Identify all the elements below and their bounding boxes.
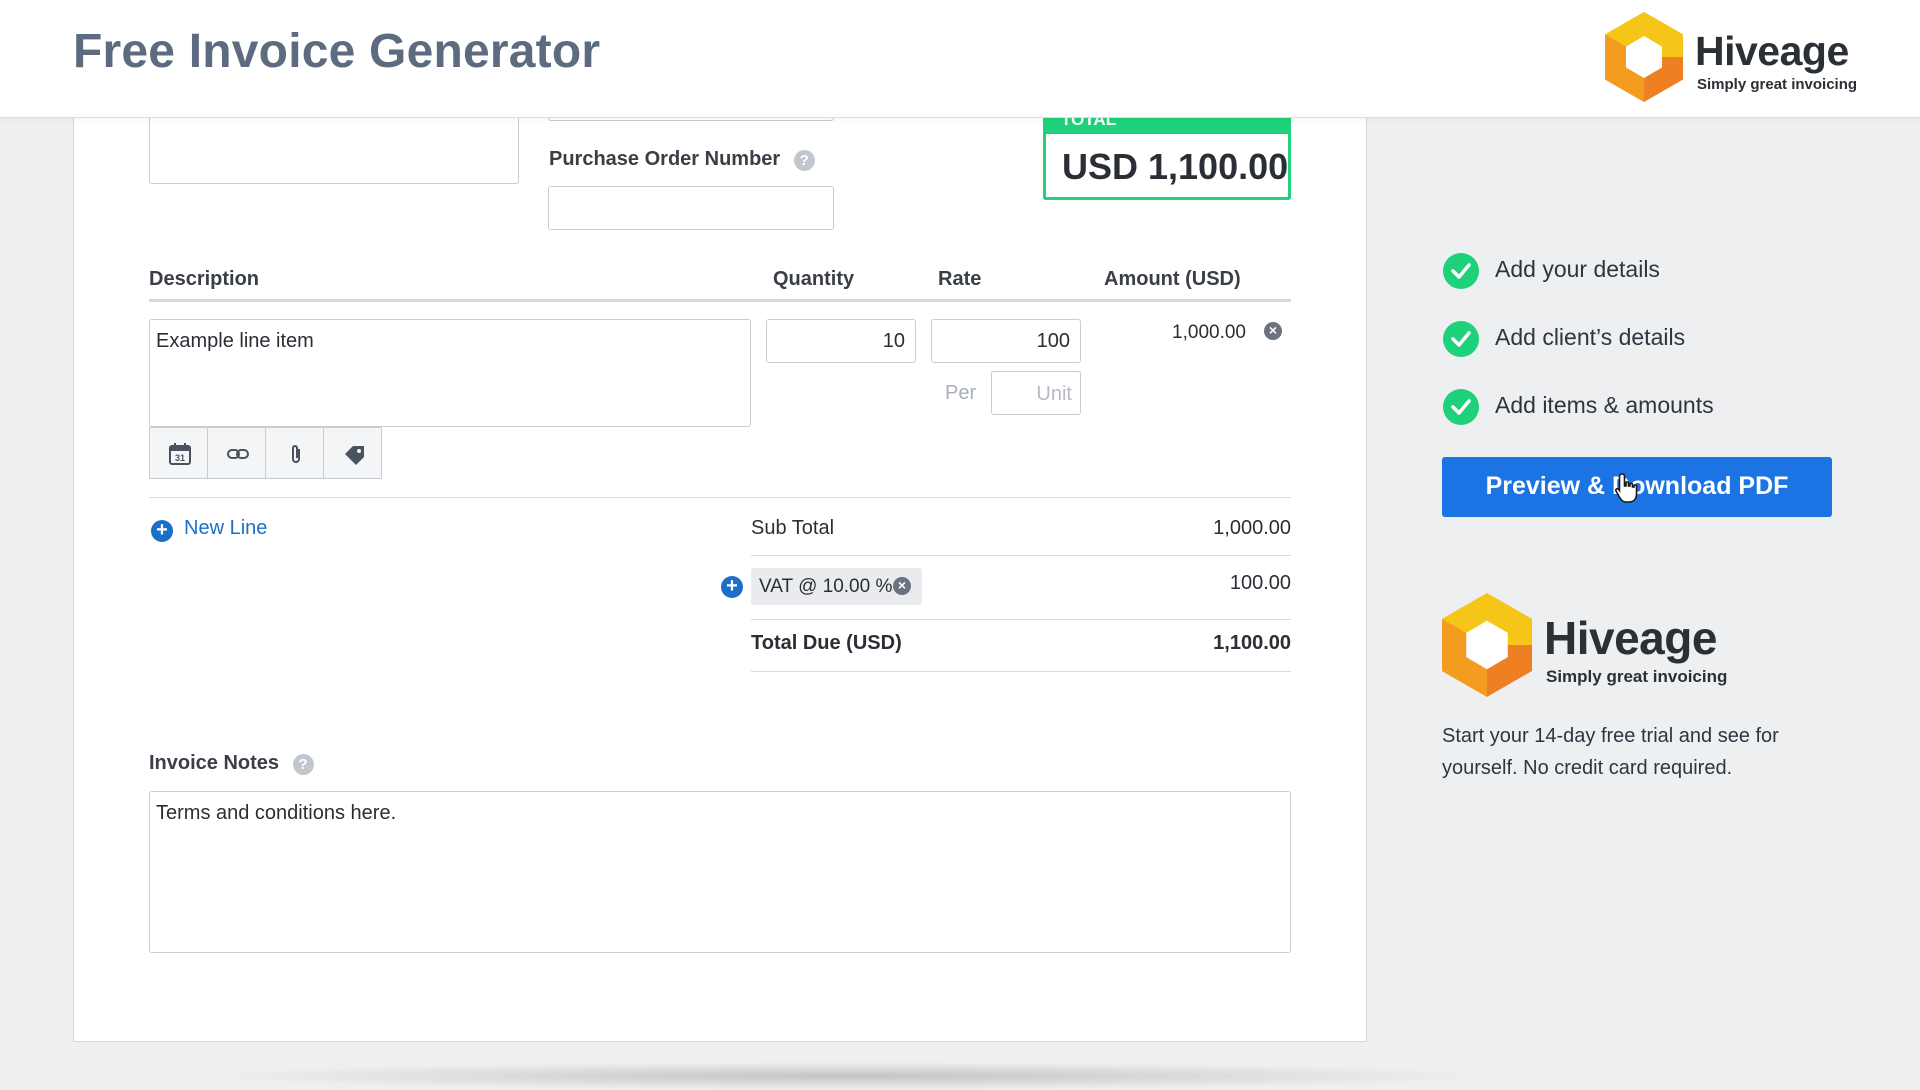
hexagon-logo-icon	[1442, 593, 1532, 697]
unit-input[interactable]: Unit	[991, 371, 1081, 415]
step-add-your-details: Add your details	[1495, 256, 1660, 282]
add-tax-icon[interactable]: +	[721, 576, 743, 598]
rate-input[interactable]: 100	[931, 319, 1081, 363]
link-icon	[227, 449, 249, 459]
check-icon	[1443, 321, 1479, 357]
total-badge-text: TOTAL	[1061, 118, 1117, 129]
total-due-divider	[751, 671, 1291, 672]
promo-text: Start your 14-day free trial and see for…	[1442, 725, 1779, 779]
invoice-notes-label-text: Invoice Notes	[149, 752, 280, 774]
total-due-value: 1,100.00	[1213, 632, 1291, 654]
card-shadow	[200, 1062, 1500, 1090]
column-header-description: Description	[149, 268, 260, 290]
line-item-amount: 1,000.00	[1172, 322, 1246, 343]
tax-chip[interactable]: VAT @ 10.00 % ×	[751, 568, 922, 605]
total-badge: TOTAL	[1043, 118, 1291, 134]
subtotal-divider	[751, 555, 1291, 556]
check-icon	[1443, 253, 1479, 289]
hand-cursor-icon	[1615, 473, 1638, 503]
purchase-order-input[interactable]	[548, 186, 834, 230]
promo-brand-logo[interactable]: Hiveage Simply great invoicing	[1442, 593, 1742, 699]
rate-value: 100	[1036, 330, 1070, 352]
remove-tax-icon[interactable]: ×	[893, 577, 911, 595]
subtotal-label: Sub Total	[751, 517, 835, 539]
column-header-quantity: Quantity	[773, 268, 855, 290]
line-items-divider	[149, 497, 1291, 498]
help-icon[interactable]: ?	[793, 150, 815, 171]
promo-brand-tagline: Simply great invoicing	[1546, 667, 1728, 686]
new-line-label: New Line	[184, 517, 268, 539]
calendar-icon: 31	[169, 443, 191, 465]
promo-brand-name: Hiveage	[1544, 612, 1717, 664]
remove-line-icon[interactable]: ×	[1264, 322, 1282, 340]
total-due-label: Total Due (USD)	[751, 632, 902, 654]
add-date-button[interactable]: 31	[149, 427, 208, 479]
column-header-amount: Amount (USD)	[1104, 268, 1241, 290]
calendar-day-number: 31	[175, 453, 185, 463]
page-title: Free Invoice Generator	[73, 25, 601, 78]
app-header: Free Invoice Generator Hiveage Simply gr…	[0, 0, 1920, 118]
help-icon[interactable]: ?	[292, 754, 314, 775]
tax-chip-label: VAT @ 10.00 %	[759, 576, 893, 597]
check-icon	[1443, 389, 1479, 425]
purchase-order-label-text: Purchase Order Number	[549, 148, 781, 170]
tax-divider	[751, 619, 1291, 620]
invoice-notes-text: Terms and conditions here.	[156, 802, 397, 824]
brand-tagline: Simply great invoicing	[1697, 76, 1858, 93]
attachment-icon	[292, 445, 300, 463]
plus-circle-icon: +	[151, 520, 173, 542]
step-add-items-amounts: Add items & amounts	[1495, 392, 1714, 418]
brand-logo[interactable]: Hiveage Simply great invoicing	[1605, 12, 1865, 104]
tag-icon	[345, 446, 364, 465]
line-item-description-text: Example line item	[156, 330, 314, 352]
table-header-divider	[149, 299, 1291, 302]
unit-placeholder: Unit	[1036, 383, 1072, 405]
column-header-rate: Rate	[938, 268, 982, 290]
total-amount: USD 1,100.00	[1062, 146, 1289, 187]
invoice-notes-label: Invoice Notes ?	[149, 752, 314, 775]
quantity-value: 10	[882, 330, 905, 352]
line-item-description-input[interactable]: Example line item	[149, 319, 751, 427]
hexagon-logo-icon	[1605, 12, 1683, 102]
add-link-button[interactable]	[207, 427, 266, 479]
subtotal-value: 1,000.00	[1213, 517, 1291, 539]
step-add-client-details: Add client’s details	[1495, 324, 1686, 350]
brand-name: Hiveage	[1695, 28, 1849, 74]
invoice-notes-textarea[interactable]: Terms and conditions here.	[149, 791, 1291, 953]
tax-value: 100.00	[1229, 572, 1291, 594]
add-attachment-button[interactable]	[265, 427, 324, 479]
add-tag-button[interactable]	[323, 427, 382, 479]
purchase-order-label: Purchase Order Number ?	[549, 148, 815, 171]
per-label: Per	[945, 382, 977, 404]
quantity-input[interactable]: 10	[766, 319, 916, 363]
